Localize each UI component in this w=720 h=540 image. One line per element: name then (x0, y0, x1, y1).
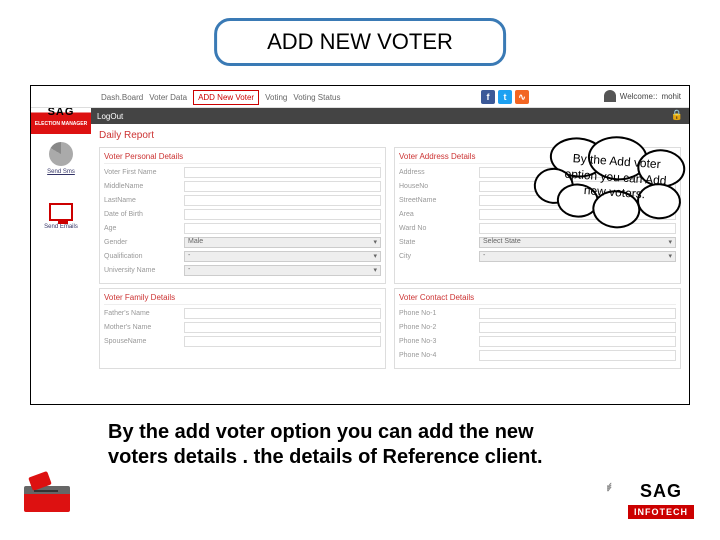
inp-age[interactable] (184, 223, 381, 234)
lbl-wardno: Ward No (399, 225, 479, 232)
send-emails-label: Send Emails (44, 224, 78, 230)
bubble-text: By the Add voter option you can Add new … (553, 150, 678, 205)
inp-ph2[interactable] (479, 322, 676, 333)
inp-ph3[interactable] (479, 336, 676, 347)
logout-link[interactable]: LogOut (97, 112, 123, 121)
lbl-firstname: Voter First Name (104, 169, 184, 176)
monitor-icon (49, 203, 73, 221)
lbl-mother: Mother's Name (104, 324, 184, 331)
lbl-spouse: SpouseName (104, 338, 184, 345)
rss-icon[interactable]: ∿ (515, 90, 529, 104)
inp-ph4[interactable] (479, 350, 676, 361)
footer-logo: ✓✓✓ SAG INFOTECH (628, 481, 694, 520)
top-bar: Dash.Board Voter Data ADD New Voter Voti… (31, 86, 689, 108)
slide-caption: By the add voter option you can add the … (108, 420, 578, 470)
logout-bar: LogOut 🔒 (91, 108, 689, 124)
app-screenshot: SAG ELECTION MANAGER Dash.Board Voter Da… (30, 85, 690, 405)
menu-voting-status[interactable]: Voting Status (293, 93, 340, 102)
facebook-icon[interactable]: f (481, 90, 495, 104)
logo-subtext: ELECTION MANAGER (33, 120, 90, 128)
lock-icon[interactable]: 🔒 (671, 110, 683, 121)
lbl-ph4: Phone No-4 (399, 352, 479, 359)
inp-middlename[interactable] (184, 181, 381, 192)
lbl-univ: University Name (104, 267, 184, 274)
sel-state[interactable]: Select State (479, 237, 676, 248)
slide-title: ADD NEW VOTER (214, 18, 506, 66)
inp-firstname[interactable] (184, 167, 381, 178)
thought-bubble: By the Add voter option you can Add new … (535, 135, 691, 235)
menu-voting[interactable]: Voting (265, 93, 287, 102)
twitter-icon[interactable]: t (498, 90, 512, 104)
lbl-area: Area (399, 211, 479, 218)
lbl-city: City (399, 253, 479, 260)
footer-sub: INFOTECH (628, 505, 694, 519)
lbl-middlename: MiddleName (104, 183, 184, 190)
welcome-label: Welcome:: mohit (604, 90, 681, 102)
lbl-lastname: LastName (104, 197, 184, 204)
lbl-gender: Gender (104, 239, 184, 246)
inp-lastname[interactable] (184, 195, 381, 206)
check-icon: ✓✓✓ (606, 485, 614, 491)
sel-city[interactable]: - (479, 251, 676, 262)
lbl-ph1: Phone No-1 (399, 310, 479, 317)
family-section: Voter Family Details Father's Name Mothe… (99, 288, 386, 369)
footer-ballot-icon (24, 486, 70, 512)
family-head: Voter Family Details (104, 293, 381, 305)
main-menu: Dash.Board Voter Data ADD New Voter Voti… (101, 86, 341, 108)
menu-add-new-voter[interactable]: ADD New Voter (193, 90, 259, 105)
lbl-state: State (399, 239, 479, 246)
personal-section: Voter Personal Details Voter First Name … (99, 147, 386, 284)
menu-dashboard[interactable]: Dash.Board (101, 93, 143, 102)
sel-qual[interactable]: - (184, 251, 381, 262)
user-icon (604, 90, 616, 102)
welcome-user: mohit (661, 92, 681, 101)
lbl-street: StreetName (399, 197, 479, 204)
footer-brand: ✓✓✓ SAG (628, 481, 694, 502)
social-icons: f t ∿ (481, 90, 529, 104)
lbl-ph3: Phone No-3 (399, 338, 479, 345)
sidebar-send-sms[interactable]: Send Sms (31, 134, 91, 183)
sidebar: Send Sms Send Emails (31, 134, 91, 404)
inp-father[interactable] (184, 308, 381, 319)
pie-chart-icon (49, 142, 73, 166)
lbl-ph2: Phone No-2 (399, 324, 479, 331)
contact-section: Voter Contact Details Phone No-1 Phone N… (394, 288, 681, 369)
send-sms-label: Send Sms (47, 169, 75, 175)
inp-dob[interactable] (184, 209, 381, 220)
inp-ph1[interactable] (479, 308, 676, 319)
contact-head: Voter Contact Details (399, 293, 676, 305)
inp-mother[interactable] (184, 322, 381, 333)
menu-voter-data[interactable]: Voter Data (149, 93, 187, 102)
sel-gender[interactable]: Male (184, 237, 381, 248)
welcome-text: Welcome:: (620, 92, 658, 101)
lbl-houseno: HouseNo (399, 183, 479, 190)
personal-head: Voter Personal Details (104, 152, 381, 164)
lbl-father: Father's Name (104, 310, 184, 317)
lbl-age: Age (104, 225, 184, 232)
inp-spouse[interactable] (184, 336, 381, 347)
lbl-address: Address (399, 169, 479, 176)
lbl-dob: Date of Birth (104, 211, 184, 218)
sel-univ[interactable]: - (184, 265, 381, 276)
sidebar-send-emails[interactable]: Send Emails (31, 183, 91, 238)
lbl-qual: Qualification (104, 253, 184, 260)
